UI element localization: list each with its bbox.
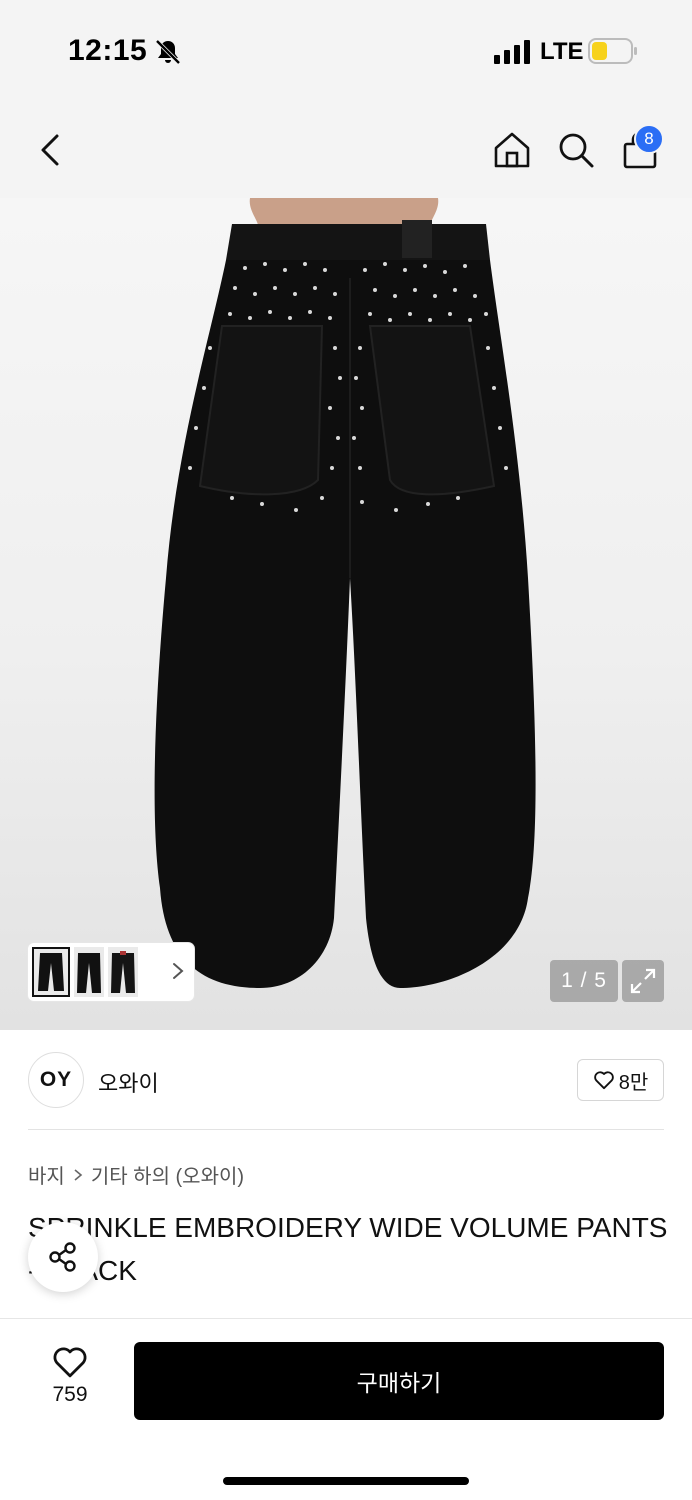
home-icon[interactable] (490, 128, 534, 172)
wish-button[interactable]: 759 (36, 1345, 104, 1415)
brand-like-count: 8만 (618, 1071, 649, 1094)
brand-logo[interactable]: OY (28, 1052, 84, 1108)
top-area: 12:15 LTE 8 (0, 0, 692, 198)
product-title: SPRINKLE EMBROIDERY WIDE VOLUME PANTS - … (28, 1212, 668, 1286)
search-icon[interactable] (554, 128, 598, 172)
thumbnail-strip[interactable] (28, 943, 194, 1001)
status-bar: 12:15 LTE (0, 0, 692, 100)
buy-button[interactable]: 구매하기 (134, 1342, 664, 1420)
battery-icon (588, 38, 637, 64)
chevron-right-icon (74, 1168, 83, 1181)
nav-bar: 8 (0, 110, 692, 190)
breadcrumb: 바지 기타 하의 (오와이) (28, 1160, 244, 1189)
breadcrumb-subcategory[interactable]: 기타 하의 (오와이) (91, 1160, 244, 1189)
heart-icon (593, 1071, 614, 1090)
share-icon (49, 1242, 76, 1272)
thumbnail-2[interactable] (74, 947, 104, 997)
carrier-label: LTE (540, 38, 584, 65)
wish-count: 759 (52, 1383, 88, 1406)
brand-name[interactable]: 오와이 (98, 1066, 159, 1098)
back-icon[interactable] (30, 128, 70, 172)
thumbnail-3[interactable] (108, 947, 138, 997)
signal-icon (494, 40, 530, 64)
cart-count-badge: 8 (634, 124, 664, 154)
breadcrumb-category[interactable]: 바지 (28, 1160, 65, 1189)
product-image[interactable] (0, 198, 692, 1030)
expand-icon[interactable] (622, 960, 664, 1002)
brand-row[interactable]: OY 오와이 8만 (0, 1030, 692, 1130)
share-button[interactable] (28, 1222, 98, 1292)
brand-like-button[interactable]: 8만 (577, 1059, 664, 1101)
divider (28, 1129, 664, 1130)
thumbnail-1[interactable] (32, 947, 70, 997)
bell-off-icon (155, 39, 181, 65)
status-time: 12:15 (68, 34, 148, 67)
chevron-right-icon[interactable] (170, 961, 186, 981)
page-indicator: 1 / 5 (550, 960, 618, 1002)
bottom-bar: 759 구매하기 (0, 1318, 692, 1500)
heart-icon (53, 1347, 87, 1378)
product-photo (154, 198, 536, 988)
home-indicator (223, 1477, 469, 1485)
